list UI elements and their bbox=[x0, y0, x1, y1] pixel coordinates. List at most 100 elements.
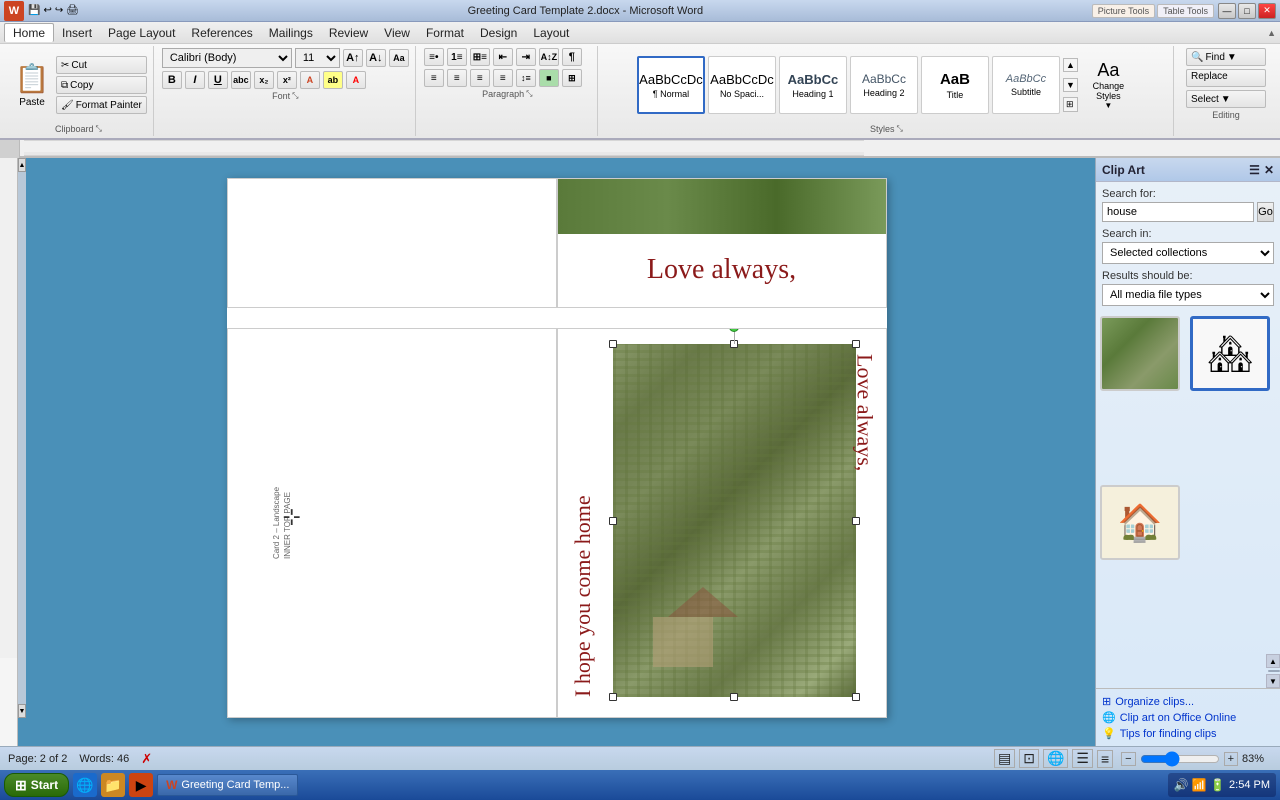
styles-expand-button[interactable]: ⊞ bbox=[1063, 97, 1078, 112]
decrease-indent-button[interactable]: ⇤ bbox=[493, 48, 513, 66]
align-left-button[interactable]: ≡ bbox=[424, 69, 444, 87]
start-button[interactable]: ⊞ Start bbox=[4, 773, 69, 797]
copy-button[interactable]: ⧉Copy bbox=[56, 76, 147, 94]
spell-check-icon[interactable]: ✗ bbox=[141, 751, 152, 767]
justify-button[interactable]: ≡ bbox=[493, 69, 513, 87]
numbering-button[interactable]: 1≡ bbox=[447, 48, 467, 66]
handle-tr[interactable] bbox=[852, 340, 860, 348]
bullets-button[interactable]: ≡• bbox=[424, 48, 444, 66]
font-color-button[interactable]: A bbox=[346, 71, 366, 89]
results-type-select[interactable]: All media file types bbox=[1102, 284, 1274, 306]
web-layout-view[interactable]: 🌐 bbox=[1043, 749, 1068, 768]
align-center-button[interactable]: ≡ bbox=[447, 69, 467, 87]
menu-review[interactable]: Review bbox=[321, 24, 376, 42]
paste-button[interactable]: 📋 Paste bbox=[10, 55, 54, 115]
clip-art-result-2[interactable]: 🏘 bbox=[1190, 316, 1270, 391]
full-screen-view[interactable]: ⊡ bbox=[1019, 749, 1039, 768]
paragraph-expand-icon[interactable]: ⤡ bbox=[526, 89, 532, 99]
minimize-button[interactable]: — bbox=[1218, 3, 1236, 19]
styles-scroll-down[interactable]: ▼ bbox=[1063, 78, 1078, 92]
draft-view[interactable]: ≡ bbox=[1097, 750, 1113, 768]
zoom-in-button[interactable]: + bbox=[1224, 752, 1238, 766]
menu-home[interactable]: Home bbox=[4, 23, 54, 42]
line-spacing-button[interactable]: ↕≡ bbox=[516, 69, 536, 87]
rotation-handle[interactable] bbox=[729, 328, 739, 332]
menu-format[interactable]: Format bbox=[418, 24, 472, 42]
menu-layout[interactable]: Layout bbox=[525, 24, 577, 42]
shading-button[interactable]: ■ bbox=[539, 69, 559, 87]
doc-image-container[interactable] bbox=[613, 344, 856, 697]
menu-view[interactable]: View bbox=[376, 24, 418, 42]
multilevel-button[interactable]: ⊞≡ bbox=[470, 48, 490, 66]
grow-font-button[interactable]: A↑ bbox=[343, 49, 363, 67]
underline-button[interactable]: U bbox=[208, 71, 228, 89]
styles-expand-icon[interactable]: ⤡ bbox=[896, 124, 902, 134]
page-down-button[interactable]: ▼ bbox=[18, 704, 26, 718]
bold-button[interactable]: B bbox=[162, 71, 182, 89]
zoom-out-button[interactable]: − bbox=[1121, 752, 1135, 766]
handle-tl[interactable] bbox=[609, 340, 617, 348]
search-input[interactable] bbox=[1102, 202, 1254, 222]
style-normal[interactable]: AaBbCcDc ¶ Normal bbox=[637, 56, 705, 114]
shrink-font-button[interactable]: A↓ bbox=[366, 49, 386, 67]
text-effects-button[interactable]: A bbox=[300, 71, 320, 89]
taskbar-file-explorer[interactable]: 📁 bbox=[101, 773, 125, 797]
font-expand-icon[interactable]: ⤡ bbox=[292, 91, 298, 101]
change-styles-button[interactable]: Aa ChangeStyles ▼ bbox=[1081, 56, 1136, 114]
print-btn-quick[interactable]: 🖨 bbox=[66, 5, 79, 16]
search-in-select[interactable]: Selected collections bbox=[1102, 242, 1274, 264]
menu-design[interactable]: Design bbox=[472, 24, 525, 42]
clip-art-result-1[interactable] bbox=[1100, 316, 1180, 391]
cut-button[interactable]: ✂Cut bbox=[56, 56, 147, 74]
font-name-select[interactable]: Calibri (Body) bbox=[162, 48, 292, 68]
save-btn-quick[interactable]: 💾 bbox=[28, 5, 40, 16]
menu-references[interactable]: References bbox=[183, 24, 260, 42]
clip-art-result-3[interactable]: 🏠 bbox=[1100, 485, 1180, 560]
handle-ml[interactable] bbox=[609, 517, 617, 525]
taskbar-internet-explorer[interactable]: 🌐 bbox=[73, 773, 97, 797]
menu-page-layout[interactable]: Page Layout bbox=[100, 24, 183, 42]
clip-art-close-icon[interactable]: ✕ bbox=[1264, 163, 1274, 177]
zoom-slider[interactable] bbox=[1140, 754, 1220, 764]
show-marks-button[interactable]: ¶ bbox=[562, 48, 582, 66]
redo-btn-quick[interactable]: ↪ bbox=[55, 5, 63, 16]
close-button[interactable]: ✕ bbox=[1258, 3, 1276, 19]
scrollbar-thumb[interactable] bbox=[1268, 670, 1280, 672]
office-online-link[interactable]: 🌐 Clip art on Office Online bbox=[1102, 711, 1274, 724]
sort-button[interactable]: A↕Z bbox=[539, 48, 559, 66]
italic-button[interactable]: I bbox=[185, 71, 205, 89]
styles-scroll-up[interactable]: ▲ bbox=[1063, 58, 1078, 72]
increase-indent-button[interactable]: ⇥ bbox=[516, 48, 536, 66]
move-cursor-icon[interactable]: ⊹ bbox=[283, 504, 301, 530]
maximize-button[interactable]: □ bbox=[1238, 3, 1256, 19]
style-title[interactable]: AaB Title bbox=[921, 56, 989, 114]
select-button[interactable]: Select ▼ bbox=[1186, 90, 1266, 108]
clear-format-button[interactable]: Aa bbox=[389, 49, 409, 67]
border-button[interactable]: ⊞ bbox=[562, 69, 582, 87]
font-size-select[interactable]: 11 bbox=[295, 48, 340, 68]
menu-mailings[interactable]: Mailings bbox=[261, 24, 321, 42]
subscript-button[interactable]: x₂ bbox=[254, 71, 274, 89]
zoom-level[interactable]: 83% bbox=[1242, 753, 1272, 765]
style-heading2[interactable]: AaBbCc Heading 2 bbox=[850, 56, 918, 114]
taskbar-media-player[interactable]: ▶ bbox=[129, 773, 153, 797]
clipboard-expand-icon[interactable]: ⤡ bbox=[95, 124, 101, 134]
clip-art-menu-icon[interactable]: ☰ bbox=[1249, 163, 1260, 177]
style-subtitle[interactable]: AaBbCc Subtitle bbox=[992, 56, 1060, 114]
taskbar-word-button[interactable]: W Greeting Card Temp... bbox=[157, 774, 298, 796]
undo-btn-quick[interactable]: ↩ bbox=[43, 5, 51, 16]
go-button[interactable]: Go bbox=[1257, 202, 1274, 222]
organize-clips-link[interactable]: ⊞ Organize clips... bbox=[1102, 695, 1274, 708]
highlight-button[interactable]: ab bbox=[323, 71, 343, 89]
style-no-spacing[interactable]: AaBbCcDc No Spaci... bbox=[708, 56, 776, 114]
page-up-button[interactable]: ▲ bbox=[18, 158, 26, 172]
outline-view[interactable]: ☰ bbox=[1072, 749, 1093, 768]
print-layout-view[interactable]: ▤ bbox=[994, 749, 1015, 768]
handle-bl[interactable] bbox=[609, 693, 617, 701]
strikethrough-button[interactable]: abc bbox=[231, 71, 251, 89]
scrollbar-down-button[interactable]: ▼ bbox=[1266, 674, 1280, 688]
superscript-button[interactable]: x² bbox=[277, 71, 297, 89]
find-button[interactable]: 🔍Find ▼ bbox=[1186, 48, 1266, 66]
menu-insert[interactable]: Insert bbox=[54, 24, 100, 42]
align-right-button[interactable]: ≡ bbox=[470, 69, 490, 87]
